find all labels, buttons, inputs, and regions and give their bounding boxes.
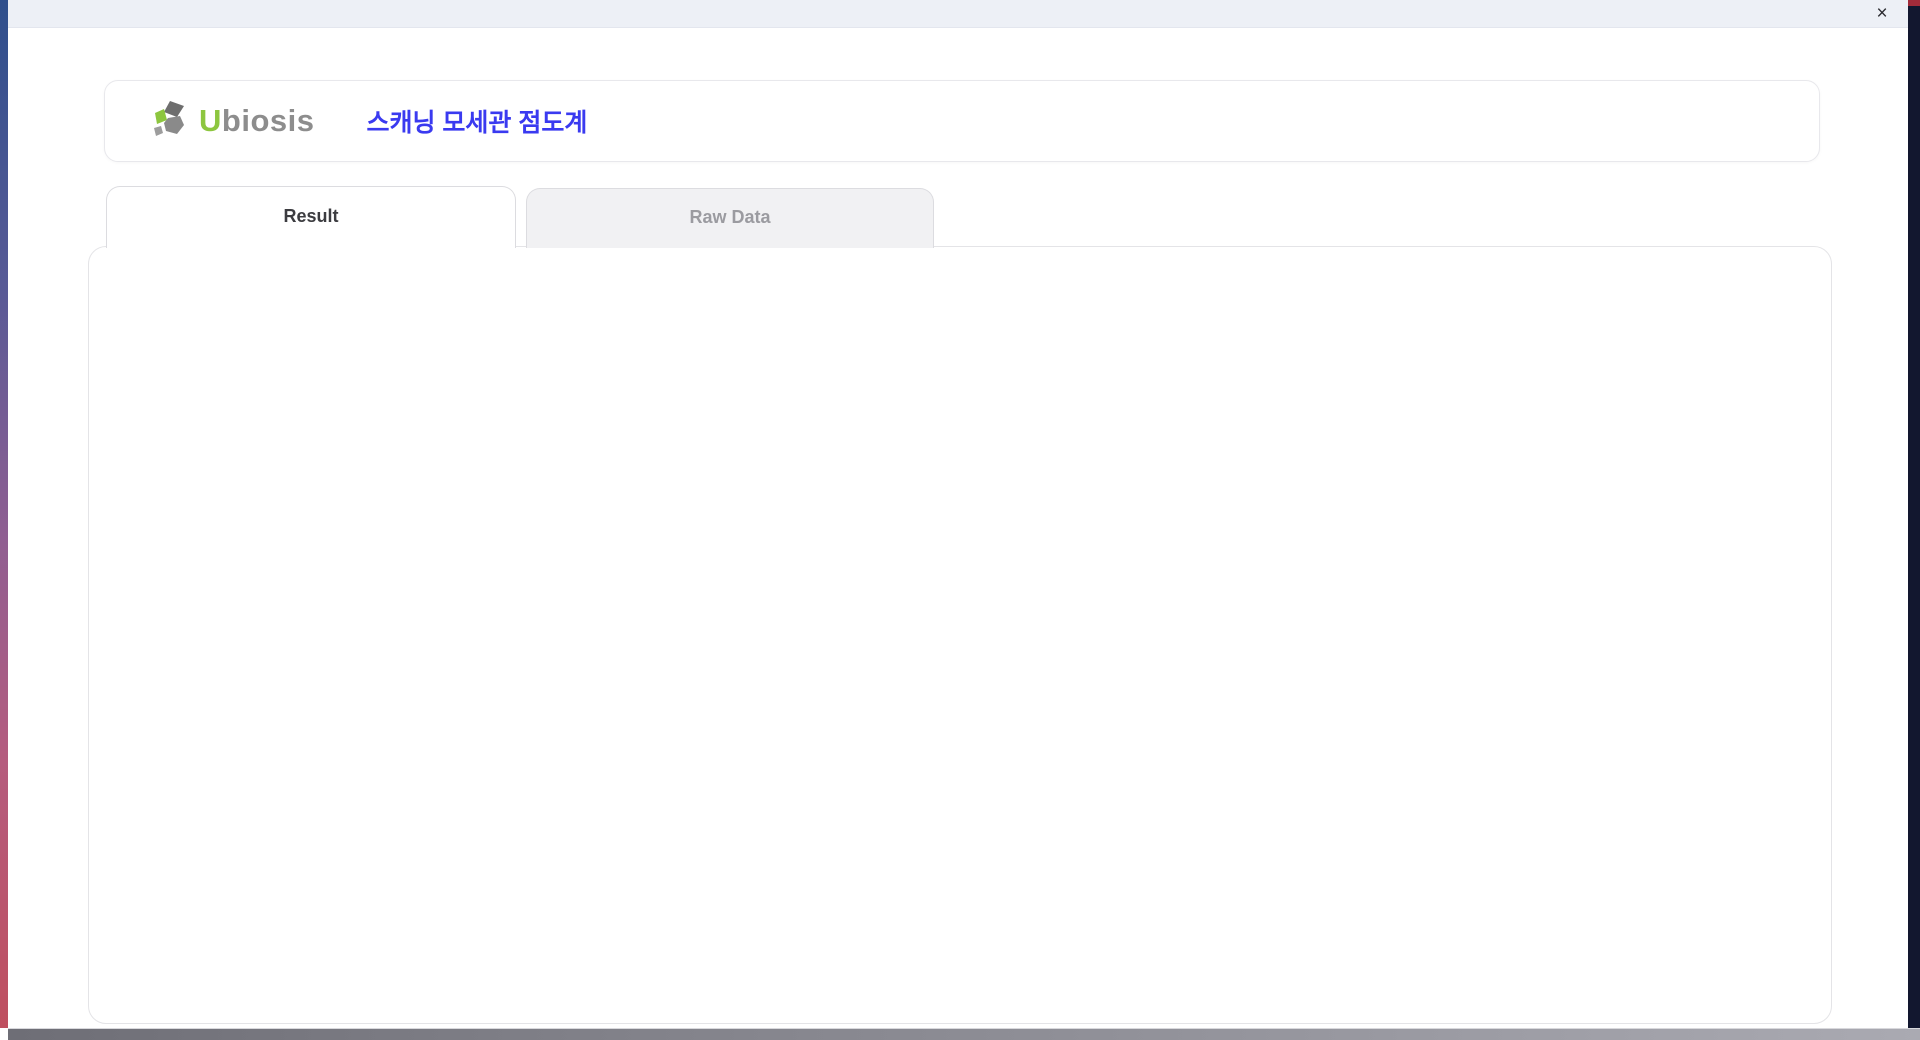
close-icon[interactable]: × <box>1870 2 1894 26</box>
window-bottom-edge <box>8 1028 1920 1040</box>
ubiosis-logo: Ubiosis <box>151 100 314 142</box>
window-titlebar: × <box>8 0 1908 28</box>
app-title: 스캐닝 모세관 점도계 <box>366 109 588 137</box>
wallpaper-right-sliver <box>1908 0 1920 1028</box>
wallpaper-right-accent <box>1908 0 1920 6</box>
header-card: Ubiosis 스캐닝 모세관 점도계 <box>104 80 1820 162</box>
ubiosis-logo-icon <box>154 101 184 136</box>
logo-text: Ubiosis <box>199 103 315 138</box>
tab-result[interactable]: Result <box>106 186 516 248</box>
wallpaper-left-sliver <box>0 0 8 1028</box>
tab-raw-data[interactable]: Raw Data <box>526 188 934 248</box>
app-window: × Ubiosis 스캐닝 모세관 점도계 Result Raw Data i … <box>8 0 1920 1040</box>
result-panel <box>88 246 1832 1024</box>
